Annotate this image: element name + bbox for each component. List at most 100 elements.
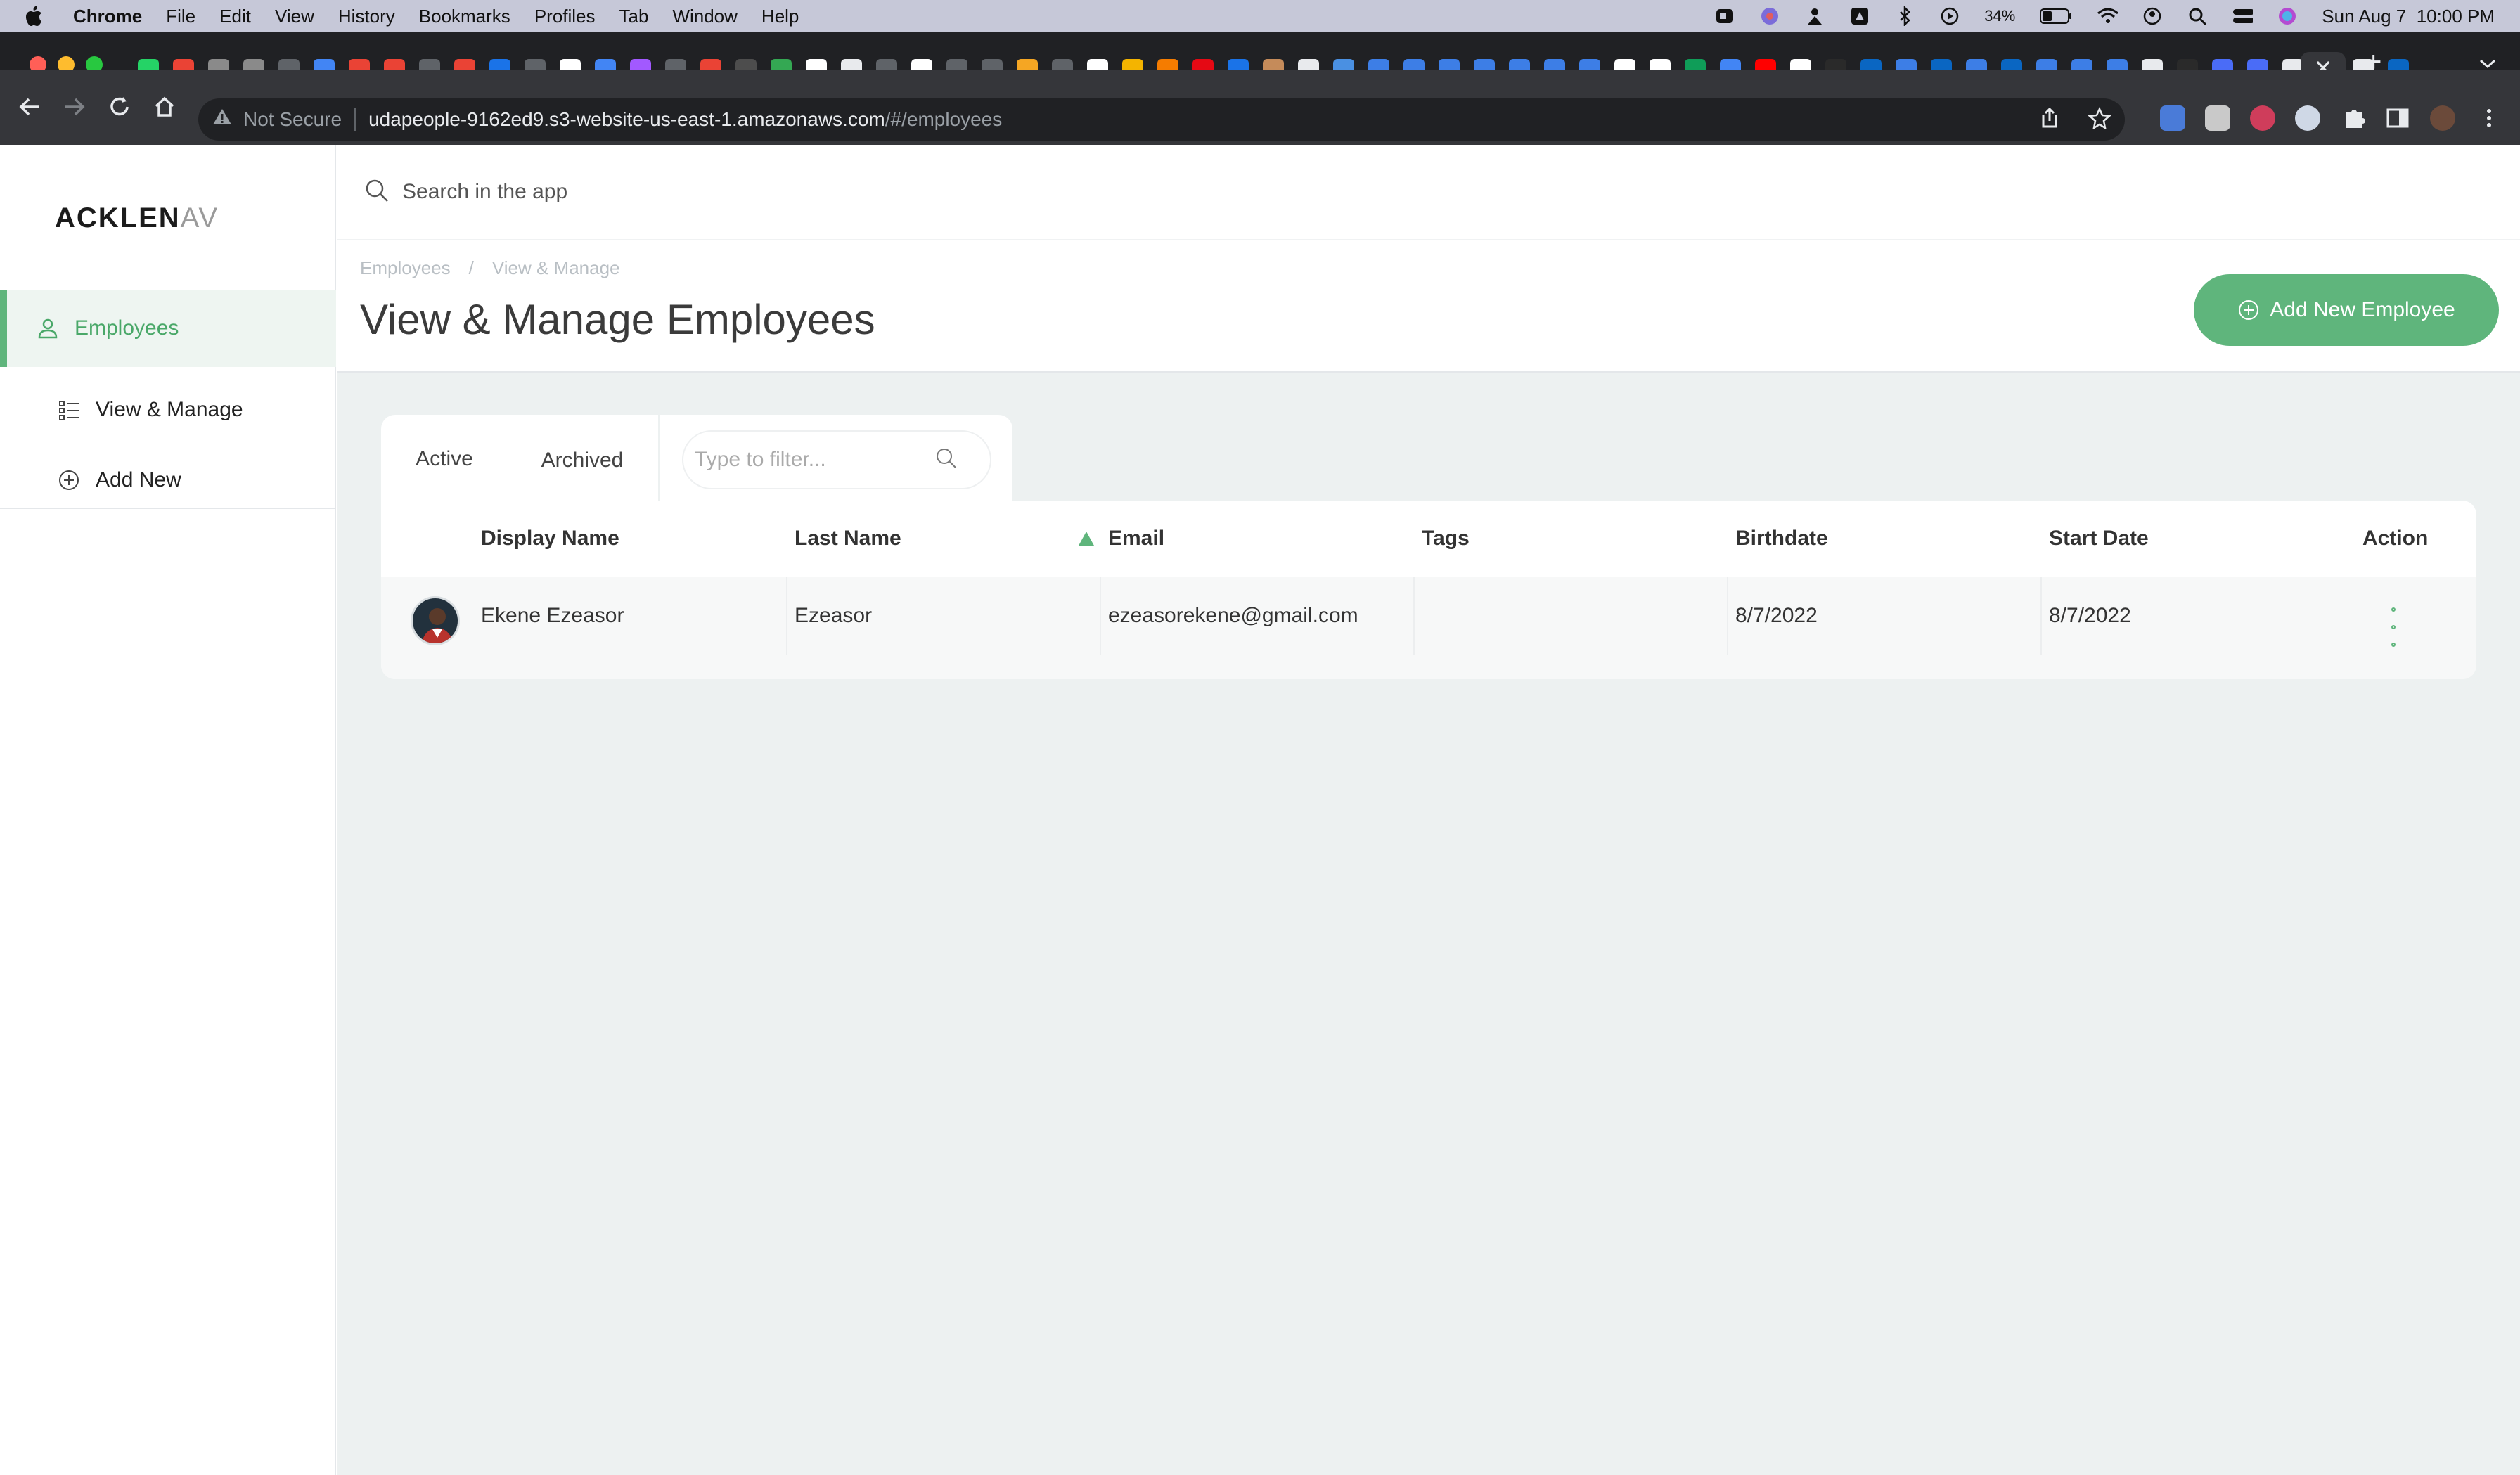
search-input[interactable] [402,180,965,204]
cell-start-date: 8/7/2022 [2049,604,2131,627]
logo-text: ACKLEN [55,202,181,233]
extension-icon[interactable] [2250,105,2275,131]
add-new-employee-button[interactable]: Add New Employee [2194,274,2499,346]
menu-help[interactable]: Help [761,6,799,27]
drive-icon[interactable] [1849,6,1870,27]
wifi-icon[interactable] [2097,6,2119,27]
translate-extension-icon[interactable] [2160,105,2185,131]
employees-table: Display Name Last Name Email Tags Birthd… [381,501,2476,679]
sidebar: ACKLENAV Employees View & Manage Add New [0,145,336,1475]
person-icon[interactable] [1804,6,1825,27]
bookmark-star-icon[interactable] [2088,106,2111,135]
video-icon[interactable] [1714,6,1735,27]
breadcrumb-separator: / [468,257,474,278]
warning-icon[interactable] [212,108,232,131]
menu-window[interactable]: Window [672,6,737,27]
menu-tab[interactable]: Tab [619,6,649,27]
address-bar[interactable]: Not Secure udapeople-9162ed9.s3-website-… [198,98,2125,141]
side-panel-icon[interactable] [2385,105,2410,131]
list-icon [58,399,80,421]
filter-input[interactable] [695,448,934,472]
menu-edit[interactable]: Edit [219,6,251,27]
sidebar-divider [0,508,336,509]
menu-view[interactable]: View [275,6,314,27]
apple-icon[interactable] [25,6,53,27]
sort-ascending-icon[interactable] [1079,532,1094,546]
chrome-menu-icon[interactable] [2476,105,2502,131]
column-header-birthdate[interactable]: Birthdate [1735,501,1828,577]
employee-tabs: Active Archived [381,415,1012,506]
column-header-tags[interactable]: Tags [1422,501,1470,577]
browser-toolbar: Not Secure udapeople-9162ed9.s3-website-… [0,70,2520,145]
column-separator [786,577,788,655]
screen: Chrome File Edit View History Bookmarks … [0,0,2520,1475]
add-new-employee-label: Add New Employee [2270,298,2455,321]
tab-active[interactable]: Active [381,415,508,506]
breadcrumb-employees[interactable]: Employees [360,257,451,279]
cell-email: ezeasorekene@gmail.com [1108,604,1358,627]
app-status-icon[interactable] [1759,6,1780,27]
web-app: ACKLENAV Employees View & Manage Add New [0,145,2520,1475]
share-icon[interactable] [2039,107,2060,135]
extensions-puzzle-icon[interactable] [2341,105,2367,131]
bluetooth-icon[interactable] [1894,6,1915,27]
cell-birthdate: 8/7/2022 [1735,604,1818,627]
spotlight-search-icon[interactable] [2187,6,2208,27]
cell-last-name: Ezeasor [795,604,873,627]
sidebar-item-view-manage[interactable]: View & Manage [58,392,243,427]
extension-icon[interactable] [2205,105,2230,131]
sidebar-item-label: Employees [75,316,179,340]
extension-icon[interactable] [2295,105,2320,131]
menu-profiles[interactable]: Profiles [534,6,596,27]
siri-icon[interactable] [2277,6,2298,27]
plus-circle-icon [58,469,80,491]
menu-bar-status: 34% Sun Aug 7 10:00 PM [1714,0,2495,32]
column-separator [2040,577,2042,655]
browser-tab-strip: ✕ + [0,32,2520,84]
battery-percent: 34% [1984,7,2016,25]
dot [2391,643,2396,647]
security-status-label[interactable]: Not Secure [243,108,356,131]
breadcrumb-view-manage: View & Manage [491,257,620,278]
filter-box [682,430,991,489]
column-header-last-name[interactable]: Last Name [795,501,901,577]
menu-chrome[interactable]: Chrome [73,6,142,27]
cell-display-name: Ekene Ezeasor [481,604,624,627]
sidebar-item-employees[interactable]: Employees [0,290,336,367]
menu-bar-clock[interactable]: Sun Aug 7 10:00 PM [2322,6,2495,27]
column-header-display-name[interactable]: Display Name [481,501,619,577]
menu-history[interactable]: History [338,6,395,27]
macos-menu-bar: Chrome File Edit View History Bookmarks … [0,0,2520,32]
sidebar-item-label: Add New [96,468,181,491]
user-account-icon[interactable] [2142,6,2163,27]
column-header-action: Action [2362,527,2429,550]
tab-archived[interactable]: Archived [519,415,645,506]
back-button[interactable] [14,91,45,122]
profile-avatar[interactable] [2430,105,2455,131]
table-row[interactable]: Ekene Ezeasor Ezeasor ezeasorekene@gmail… [381,577,2476,679]
forward-button[interactable] [59,91,90,122]
breadcrumb: Employees / View & Manage [360,257,620,279]
acklen-logo[interactable]: ACKLENAV [55,202,219,234]
logo-text-faded: AV [180,202,219,233]
reload-button[interactable] [104,91,135,122]
page-header: Employees / View & Manage View & Manage … [338,240,2520,373]
column-header-email[interactable]: Email [1108,501,1164,577]
main-content: Employees / View & Manage View & Manage … [338,145,2520,1475]
sidebar-item-add-new[interactable]: Add New [58,463,181,498]
control-center-icon[interactable] [2232,6,2254,27]
column-header-start-date[interactable]: Start Date [2049,501,2149,577]
home-button[interactable] [149,91,180,122]
dot [2391,607,2396,612]
avatar [411,596,460,645]
row-actions-menu-icon[interactable] [2386,607,2400,647]
column-separator [1100,577,1101,655]
battery-icon[interactable] [2039,6,2073,27]
address-bar-actions [2039,106,2111,135]
filter-search-icon[interactable] [934,446,959,475]
tabs-separator [658,415,660,506]
menu-file[interactable]: File [166,6,195,27]
menu-bookmarks[interactable]: Bookmarks [419,6,510,27]
play-icon[interactable] [1939,6,1960,27]
user-icon [37,317,59,340]
